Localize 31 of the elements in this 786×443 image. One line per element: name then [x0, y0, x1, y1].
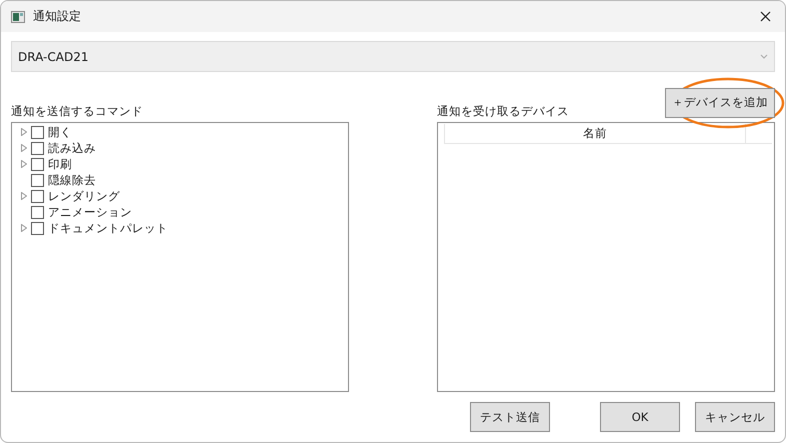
column-header[interactable]: 名前	[444, 124, 746, 143]
checkbox[interactable]	[31, 222, 44, 234]
tree-item[interactable]: レンダリング	[48, 188, 120, 204]
window-title: 通知設定	[33, 8, 82, 25]
app-icon	[11, 10, 25, 22]
close-icon[interactable]	[760, 11, 771, 22]
checkbox[interactable]	[31, 206, 44, 218]
tree-item[interactable]: ドキュメントパレット	[48, 220, 168, 236]
checkbox[interactable]	[31, 174, 44, 186]
expand-icon[interactable]	[21, 192, 27, 200]
expand-icon[interactable]	[21, 128, 27, 136]
section-label: 通知を送信するコマンド	[11, 104, 143, 119]
section-label: 通知を受け取るデバイス	[437, 104, 569, 119]
checkbox[interactable]	[31, 190, 44, 202]
chevron-down-icon	[760, 54, 768, 59]
tree-item[interactable]: 読み込み	[48, 140, 96, 156]
ok-button[interactable]: OK	[600, 402, 680, 432]
cancel-button[interactable]: キャンセル	[695, 402, 775, 432]
expand-icon[interactable]	[21, 160, 27, 168]
tree-item[interactable]: アニメーション	[48, 204, 132, 220]
checkbox[interactable]	[31, 126, 44, 138]
checkbox[interactable]	[31, 142, 44, 154]
expand-icon[interactable]	[21, 224, 27, 232]
add-device-button[interactable]: ＋デバイスを追加	[665, 88, 775, 118]
test-send-button[interactable]: テスト送信	[470, 402, 550, 432]
tree-item[interactable]: 隠線除去	[48, 172, 96, 188]
tree-item[interactable]: 開く	[48, 124, 72, 140]
checkbox[interactable]	[31, 158, 44, 170]
tree-item[interactable]: 印刷	[48, 156, 72, 172]
profile-dropdown[interactable]: DRA-CAD21	[11, 41, 775, 72]
expand-icon[interactable]	[21, 144, 27, 152]
